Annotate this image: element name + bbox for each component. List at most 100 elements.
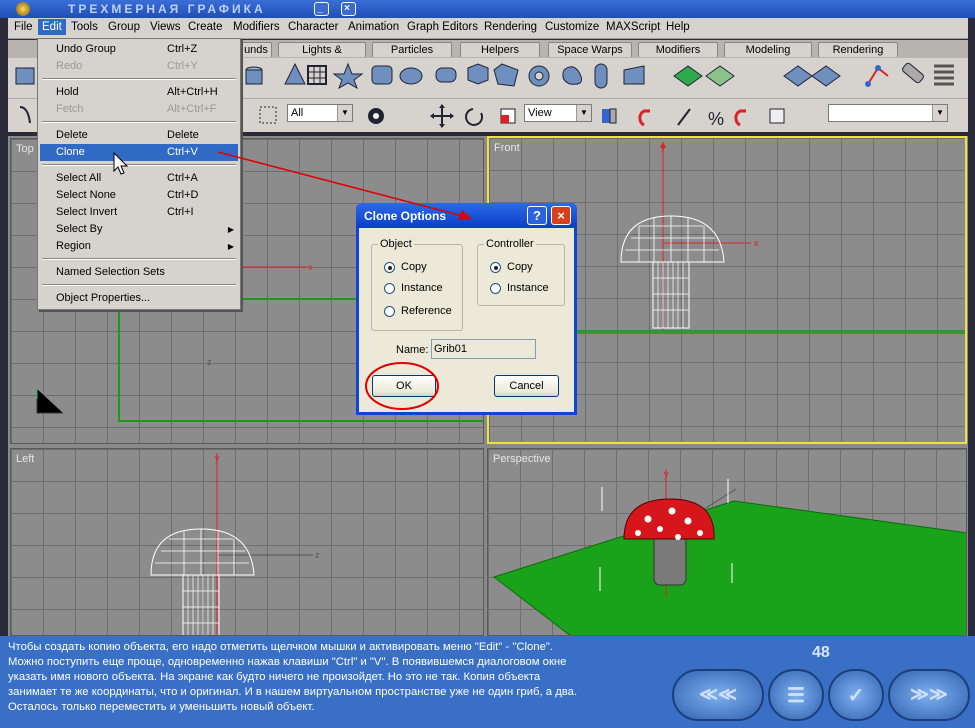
- viewport-perspective[interactable]: Perspective y: [487, 448, 967, 636]
- world-axis-icon: [36, 389, 63, 414]
- menu-views[interactable]: Views: [146, 21, 184, 33]
- spindle-icon: [435, 67, 457, 83]
- percent-snap-icon: %: [708, 109, 724, 129]
- menu-item-shortcut: Ctrl+D: [167, 189, 199, 201]
- ok-button[interactable]: OK: [372, 375, 436, 397]
- grid-icon: [307, 65, 327, 85]
- menu-modifiers[interactable]: Modifiers: [229, 21, 284, 33]
- snap-3d-icon: [638, 109, 650, 127]
- menu-help[interactable]: Help: [662, 21, 694, 33]
- menu-item-label: Select All: [56, 172, 102, 184]
- tab-particles[interactable]: Particles: [372, 42, 452, 57]
- menu-item-clone[interactable]: Clone Ctrl+V: [40, 144, 238, 161]
- radio-label: Copy: [507, 261, 533, 273]
- chevron-down-icon: ▼: [576, 105, 591, 121]
- menu-item-shortcut: Ctrl+Y: [167, 60, 198, 72]
- menu-item-select-invert[interactable]: Select Invert Ctrl+I: [40, 204, 238, 221]
- double-chevron-left-icon: ≪≪: [699, 684, 737, 704]
- menu-create[interactable]: Create: [184, 21, 227, 33]
- menu-bar: File Edit Tools Group Views Create Modif…: [8, 18, 968, 39]
- menu-file[interactable]: File: [10, 21, 37, 33]
- tab-modifiers[interactable]: Modifiers: [638, 42, 718, 57]
- contents-button[interactable]: ☰: [768, 669, 824, 721]
- dialog-close-button[interactable]: ×: [551, 206, 571, 225]
- tutorial-line: Можно поступить еще проще, одновременно …: [8, 656, 567, 668]
- menu-item-select-all[interactable]: Select All Ctrl+A: [40, 170, 238, 187]
- menu-item-shortcut: Ctrl+Z: [167, 43, 198, 55]
- object-group-title: Object: [378, 238, 414, 250]
- menu-customize[interactable]: Customize: [541, 21, 603, 33]
- tape-icon: [902, 62, 924, 84]
- menu-item-named-selection-sets[interactable]: Named Selection Sets: [40, 264, 238, 281]
- select-move-icon: [430, 104, 454, 128]
- menu-item-shortcut: Alt+Ctrl+F: [167, 103, 217, 115]
- next-page-button[interactable]: ≫≫: [888, 669, 970, 721]
- tab-space-warps[interactable]: Space Warps: [548, 42, 632, 57]
- menu-item-label: Select By: [56, 223, 103, 235]
- radio-circle: [490, 283, 501, 294]
- y-axis-label: y: [664, 469, 669, 479]
- name-label: Name:: [396, 344, 429, 356]
- menu-edit[interactable]: Edit: [38, 19, 66, 35]
- minimize-button[interactable]: _: [314, 2, 329, 16]
- menu-item-delete[interactable]: Delete Delete: [40, 127, 238, 144]
- tab-lights-cameras[interactable]: Lights & Cameras: [278, 42, 366, 70]
- page-number: 48: [812, 644, 830, 661]
- mirror-icon: [769, 108, 785, 124]
- box-icon: [15, 67, 35, 85]
- dialog-title-bar: Clone Options ? ×: [356, 203, 577, 228]
- chevron-down-icon: ▼: [337, 105, 352, 121]
- z-axis-label: z: [207, 357, 212, 367]
- menu-graph-editors[interactable]: Graph Editors: [403, 21, 482, 33]
- checkmark-button[interactable]: ✓: [828, 669, 884, 721]
- tutorial-line: Чтобы создать копию объекта, его надо от…: [8, 641, 554, 653]
- spring-icon: [934, 64, 954, 86]
- tab-modeling[interactable]: Modeling: [724, 42, 812, 57]
- selection-filter-dropdown[interactable]: All ▼: [287, 104, 353, 122]
- previous-page-button[interactable]: ≪≪: [672, 669, 764, 721]
- name-field[interactable]: Grib01: [431, 339, 536, 359]
- menu-item-object-properties[interactable]: Object Properties...: [40, 290, 238, 307]
- close-window-button[interactable]: ×: [341, 2, 356, 16]
- chevron-down-icon: ▼: [932, 105, 947, 121]
- menu-rendering[interactable]: Rendering: [480, 21, 541, 33]
- menu-maxscript[interactable]: MAXScript: [602, 21, 664, 33]
- menu-item-select-none[interactable]: Select None Ctrl+D: [40, 187, 238, 204]
- tab-helpers[interactable]: Helpers: [460, 42, 540, 57]
- menu-separator: [42, 258, 236, 260]
- menu-separator: [42, 121, 236, 123]
- named-selection-dropdown[interactable]: ▼: [828, 104, 948, 122]
- capsule-icon: [594, 63, 608, 89]
- viewport-label: Left: [16, 453, 35, 465]
- help-button[interactable]: ?: [527, 206, 547, 225]
- object-group: Object Copy Instance Reference: [371, 238, 463, 331]
- gengon-icon: [467, 63, 489, 85]
- menu-character[interactable]: Character: [284, 21, 343, 33]
- tutorial-line: занимает те же координаты, что и оригина…: [8, 686, 578, 698]
- radio-circle: [384, 306, 395, 317]
- radio-circle: [384, 283, 395, 294]
- menu-item-label: Fetch: [56, 103, 84, 115]
- menu-item-region[interactable]: Region ▶: [40, 238, 238, 255]
- menu-group[interactable]: Group: [104, 21, 144, 33]
- menu-item-undo-group[interactable]: Undo Group Ctrl+Z: [40, 41, 238, 58]
- menu-item-shortcut: Alt+Ctrl+H: [167, 86, 218, 98]
- viewport-left[interactable]: Left y z: [10, 448, 484, 636]
- menu-animation[interactable]: Animation: [344, 21, 403, 33]
- menu-item-select-by[interactable]: Select By ▶: [40, 221, 238, 238]
- tutorial-text: Чтобы создать копию объекта, его надо от…: [8, 640, 658, 715]
- menu-item-label: Hold: [56, 86, 79, 98]
- tutorial-line: Осталось только переместить и уменьшить …: [8, 701, 315, 713]
- tab-compounds[interactable]: unds: [240, 42, 272, 57]
- select-by-name-icon: [368, 108, 384, 124]
- menu-tools[interactable]: Tools: [67, 21, 102, 33]
- oiltank-icon: [399, 67, 423, 85]
- submenu-arrow-icon: ▶: [227, 225, 234, 234]
- menu-item-hold[interactable]: Hold Alt+Ctrl+H: [40, 84, 238, 101]
- tab-rendering[interactable]: Rendering: [818, 42, 898, 57]
- angle-snap-icon: [677, 108, 691, 126]
- cancel-button[interactable]: Cancel: [494, 375, 559, 397]
- controller-group: Controller Copy Instance: [477, 238, 565, 306]
- radio-label: Reference: [401, 305, 452, 317]
- coordinate-system-dropdown[interactable]: View ▼: [524, 104, 592, 122]
